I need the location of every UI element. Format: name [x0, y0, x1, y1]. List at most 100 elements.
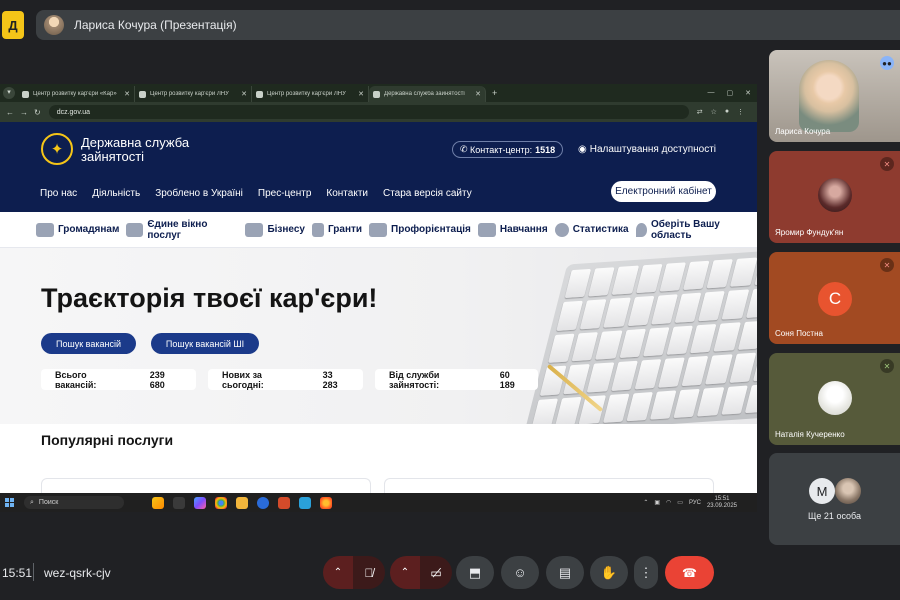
chevron-up-icon[interactable]: ⌃: [643, 499, 648, 506]
presenter-indicator[interactable]: Лариса Кочура (Презентація): [36, 10, 900, 40]
nav-item[interactable]: Контакти: [326, 188, 368, 199]
favicon-icon: [22, 90, 29, 98]
minimize-icon[interactable]: —: [708, 89, 715, 97]
copilot-icon[interactable]: [152, 496, 164, 509]
forward-icon[interactable]: →: [20, 108, 28, 117]
participant-tile[interactable]: ✕ Яромир Фундук'ян: [769, 151, 900, 243]
category-item[interactable]: Оберіть Вашу область: [635, 219, 757, 241]
windows-start-icon[interactable]: [5, 498, 14, 507]
firefox-icon[interactable]: [320, 496, 332, 509]
stat-new-today: Нових за сьогодні: 33 283: [208, 369, 363, 390]
present-screen-icon[interactable]: ⬒: [456, 556, 494, 589]
pie-chart-icon: [554, 222, 569, 237]
site-name[interactable]: Державна служба зайнятості: [81, 136, 241, 164]
accessibility-settings[interactable]: ◉ Налаштування доступності: [578, 144, 716, 155]
browser-tab-active[interactable]: Державна служба зайнятості ✕: [369, 86, 486, 102]
app-icon[interactable]: [257, 496, 269, 509]
search-vacancies-button[interactable]: Пошук вакансій: [41, 333, 136, 354]
nav-item[interactable]: Про нас: [40, 188, 77, 199]
wifi-icon[interactable]: ◠: [666, 499, 671, 506]
tab-search-icon[interactable]: ▾: [3, 87, 15, 99]
favicon-icon: [256, 90, 263, 98]
category-item[interactable]: Статистика: [554, 222, 629, 237]
close-icon[interactable]: ✕: [124, 90, 130, 98]
chrome-icon[interactable]: [215, 496, 227, 509]
search-icon: ⌕: [30, 498, 34, 506]
reload-icon[interactable]: ↻: [34, 108, 41, 117]
participant-name: Соня Постна: [775, 329, 823, 338]
keyboard-image: [523, 248, 757, 424]
browser-tab[interactable]: Центр розвитку кар'єри «Кар» ✕: [18, 86, 135, 102]
taskbar-apps: [152, 496, 332, 509]
close-icon[interactable]: ✕: [358, 90, 364, 98]
nav-item[interactable]: Прес-центр: [258, 188, 311, 199]
tray-icon[interactable]: ▣: [654, 499, 660, 506]
maximize-icon[interactable]: ▢: [727, 89, 734, 97]
mic-options-chevron-up-icon[interactable]: ⌃: [323, 556, 353, 589]
site-header: ✦ Державна служба зайнятості ✆ Контакт-ц…: [0, 122, 757, 212]
language-indicator[interactable]: РУС: [689, 500, 701, 506]
mic-off-icon[interactable]: 🎙̸: [353, 556, 385, 589]
participant-tile[interactable]: С ✕ Соня Постна: [769, 252, 900, 344]
category-item[interactable]: Навчання: [477, 222, 548, 237]
browser-menu-icon[interactable]: ⋮: [737, 108, 744, 116]
meeting-code[interactable]: wez-qsrk-cjv: [44, 566, 111, 580]
category-item[interactable]: Гранти: [311, 222, 362, 237]
captions-icon[interactable]: ▤: [546, 556, 584, 589]
telegram-icon[interactable]: [299, 496, 311, 509]
favicon-icon: [373, 90, 380, 98]
app-logo[interactable]: Д: [2, 11, 24, 39]
raise-hand-icon[interactable]: ✋: [590, 556, 628, 589]
category-item[interactable]: Профорієнтація: [369, 222, 471, 237]
taskbar-search[interactable]: ⌕ Поиск: [24, 496, 124, 509]
mic-off-icon: ✕: [880, 157, 894, 171]
category-item[interactable]: Бізнесу: [245, 222, 305, 237]
speaking-indicator-icon: ●●: [880, 56, 894, 70]
browser-tab[interactable]: Центр розвитку кар'єри ЛНУ ✕: [135, 86, 252, 102]
camera-off-icon[interactable]: ▭̸: [420, 556, 452, 589]
participant-avatar: [818, 381, 852, 415]
emoji-icon[interactable]: ☺: [501, 556, 539, 589]
box-icon: [369, 222, 388, 237]
new-tab-icon[interactable]: +: [492, 88, 497, 98]
translate-icon[interactable]: ⇄: [697, 108, 703, 116]
more-participants-tile[interactable]: М Ще 21 особа: [769, 453, 900, 545]
nav-item[interactable]: Зроблено в Україні: [155, 188, 243, 199]
more-participants-label: Ще 21 особа: [807, 511, 862, 521]
app-icon[interactable]: [194, 496, 206, 509]
url-field[interactable]: dcz.gov.ua: [48, 105, 689, 119]
electronic-cabinet-button[interactable]: Електронний кабінет: [611, 181, 716, 202]
search-vacancies-ai-button[interactable]: Пошук вакансій ШІ: [151, 333, 259, 354]
back-icon[interactable]: ←: [6, 108, 14, 117]
camera-options-chevron-up-icon[interactable]: ⌃: [390, 556, 420, 589]
dcz-emblem-icon[interactable]: ✦: [41, 133, 73, 165]
contact-center[interactable]: ✆ Контакт-центр: 1518: [452, 141, 564, 158]
participant-tile[interactable]: ✕ Наталія Кучеренко: [769, 353, 900, 445]
windows-taskbar: ⌕ Поиск ⌃ ▣ ◠ ▭ РУС 15:51 23.09.2025: [0, 493, 757, 512]
category-item[interactable]: Громадянам: [36, 222, 119, 237]
close-icon[interactable]: ✕: [241, 90, 247, 98]
window-controls: — ▢ ✕: [708, 89, 758, 97]
folder-icon[interactable]: [236, 496, 248, 509]
taskbar-clock[interactable]: 15:51 23.09.2025: [707, 496, 737, 510]
nav-item[interactable]: Діяльність: [92, 188, 140, 199]
app-icon[interactable]: [278, 496, 290, 509]
battery-icon[interactable]: ▭: [677, 499, 683, 506]
browser-tab[interactable]: Центр розвитку кар'єри ЛНУ ✕: [252, 86, 369, 102]
task-view-icon[interactable]: [173, 496, 185, 509]
presenter-avatar: [44, 15, 64, 35]
nav-item[interactable]: Стара версія сайту: [383, 188, 472, 199]
bookmark-star-icon[interactable]: ☆: [711, 108, 717, 116]
mic-control: ⌃ 🎙̸: [323, 556, 385, 589]
shared-screen: ▾ Центр розвитку кар'єри «Кар» ✕ Центр ро…: [0, 84, 757, 512]
participant-tile[interactable]: ●● Лариса Кочура: [769, 50, 900, 142]
more-options-icon[interactable]: ⋮: [634, 556, 658, 589]
participant-avatar: М: [809, 478, 835, 504]
participant-avatar: [835, 478, 861, 504]
profile-icon[interactable]: ●: [725, 108, 729, 116]
popular-services-title: Популярні послуги: [41, 432, 174, 448]
close-window-icon[interactable]: ✕: [745, 89, 751, 97]
category-item[interactable]: Єдине вікно послуг: [126, 219, 238, 241]
close-icon[interactable]: ✕: [475, 90, 481, 98]
hang-up-icon[interactable]: ☎: [665, 556, 714, 589]
